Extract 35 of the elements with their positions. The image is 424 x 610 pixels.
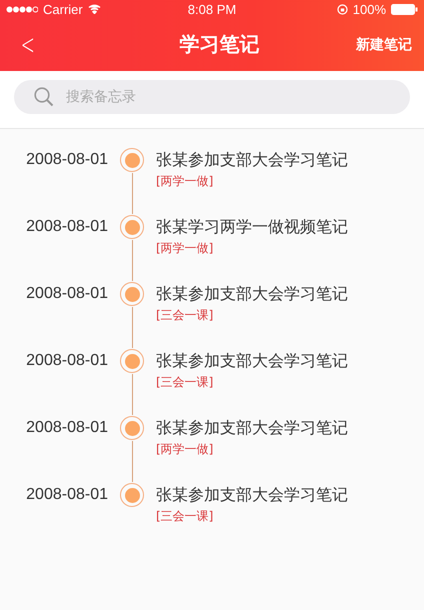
wifi-icon bbox=[88, 4, 101, 14]
note-tag: [三会一课] bbox=[156, 307, 348, 323]
search-field[interactable]: 搜索备忘录 bbox=[14, 80, 410, 114]
note-title[interactable]: 张某参加支部大会学习笔记 bbox=[156, 348, 348, 374]
note-tag: [两学一做] bbox=[156, 173, 348, 189]
note-date: 2008-08-01 bbox=[25, 485, 108, 505]
note-title[interactable]: 张某参加支部大会学习笔记 bbox=[156, 482, 348, 508]
note-title[interactable]: 张某参加支部大会学习笔记 bbox=[156, 147, 348, 173]
note-date: 2008-08-01 bbox=[25, 284, 108, 304]
rotation-lock-icon bbox=[336, 4, 348, 14]
back-button[interactable]: < bbox=[18, 28, 38, 61]
battery-text: 100% bbox=[352, 2, 386, 16]
battery-icon bbox=[391, 4, 418, 14]
note-tag: [三会一课] bbox=[156, 508, 348, 524]
note-title[interactable]: 张某学习两学一做视频笔记 bbox=[156, 214, 348, 240]
timeline-dot bbox=[120, 483, 144, 507]
note-title[interactable]: 张某参加支部大会学习笔记 bbox=[156, 281, 348, 307]
timeline-dot bbox=[120, 416, 144, 440]
note-date: 2008-08-01 bbox=[25, 418, 108, 438]
note-date: 2008-08-01 bbox=[25, 150, 108, 170]
note-tag: [两学一做] bbox=[156, 441, 348, 457]
note-title[interactable]: 张某参加支部大会学习笔记 bbox=[156, 415, 348, 441]
search-icon bbox=[34, 87, 54, 107]
note-date: 2008-08-01 bbox=[25, 217, 108, 237]
page-title: 学习笔记 bbox=[178, 31, 261, 58]
note-date: 2008-08-01 bbox=[25, 351, 108, 371]
timeline-dot bbox=[120, 282, 144, 306]
carrier-text: Carrier bbox=[43, 2, 83, 16]
clock-text: 8:08 PM bbox=[188, 2, 236, 16]
note-tag: [三会一课] bbox=[156, 374, 348, 390]
timeline-dot bbox=[120, 349, 144, 373]
signal-icon bbox=[6, 6, 38, 12]
note-tag: [两学一做] bbox=[156, 240, 348, 256]
timeline-dot bbox=[120, 148, 144, 172]
timeline-dot bbox=[120, 215, 144, 239]
